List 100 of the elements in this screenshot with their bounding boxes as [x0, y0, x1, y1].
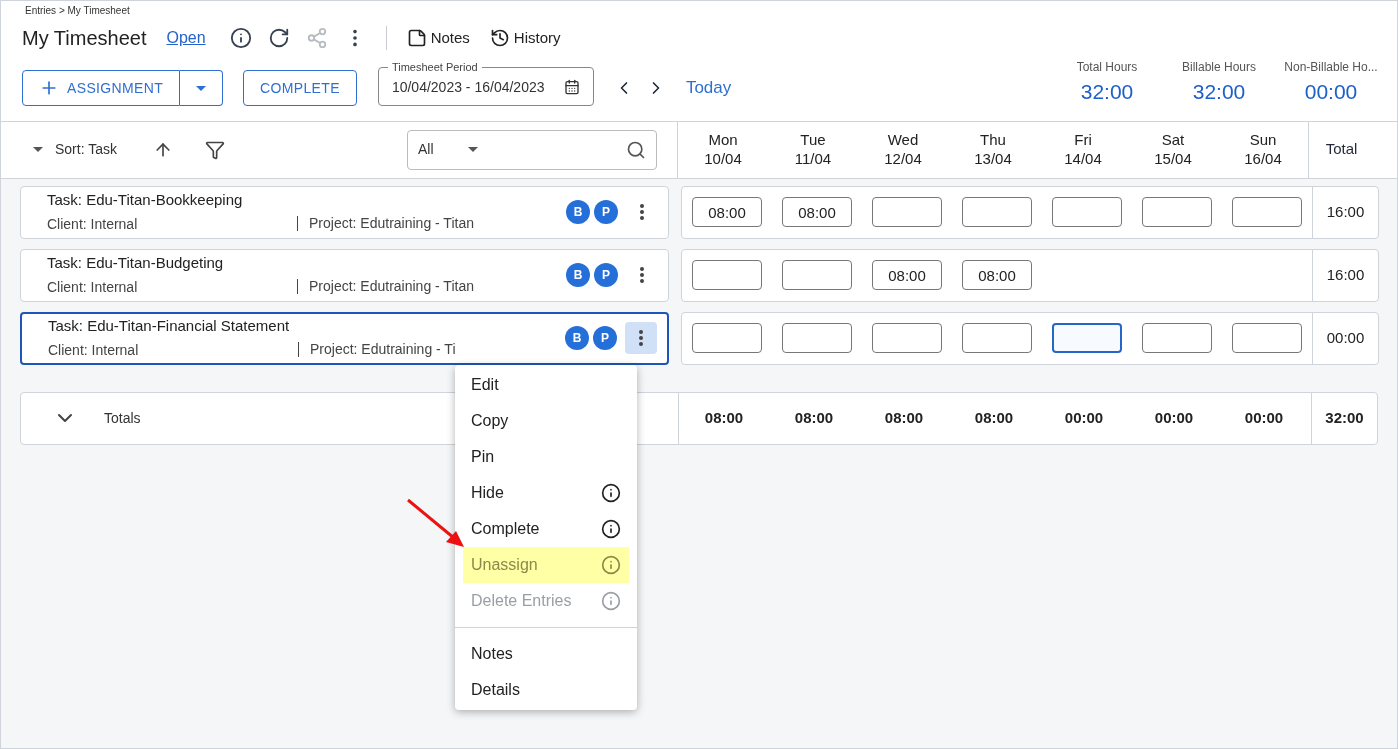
task-name: Task: Edu-Titan-Financial Statement	[48, 315, 291, 336]
task-card[interactable]: Task: Edu-Titan-Financial Statement Client: Internal Project: Edutraining - Ti B P	[20, 311, 669, 365]
period-field[interactable]: Timesheet Period 10/04/2023 - 16/04/2023	[377, 62, 594, 106]
day-name: Fri	[1074, 130, 1092, 150]
caret-icon	[33, 147, 43, 152]
task-card[interactable]: Task: Edu-Titan-Budgeting Client: Internal Project: Edutraining - Titan B P	[20, 248, 669, 302]
page-title: My Timesheet	[22, 26, 147, 51]
day-total: 08:00	[884, 407, 924, 428]
day-name: Thu	[980, 130, 1006, 150]
day-date: 12/04	[884, 149, 922, 169]
project-text: Project: Edutraining - Titan	[297, 279, 474, 295]
info-icon[interactable]	[229, 27, 252, 49]
hours-field[interactable]: 08:00	[782, 197, 852, 227]
more-icon	[639, 330, 643, 346]
menu-item[interactable]: Complete	[455, 511, 637, 547]
calendar-icon[interactable]	[563, 79, 580, 95]
hours-field[interactable]	[872, 197, 942, 227]
day-name: Sun	[1249, 130, 1277, 150]
hours-field[interactable]: 08:00	[962, 260, 1032, 290]
menu-item[interactable]: Pin	[455, 439, 637, 475]
day-total: 00:00	[1154, 407, 1194, 428]
task-card[interactable]: Task: Edu-Titan-Bookkeeping Client: Internal Project: Edutraining - Titan B P	[20, 185, 669, 239]
row-menu-button[interactable]	[625, 322, 657, 354]
badge: B	[565, 326, 589, 350]
filter-icon[interactable]	[205, 139, 225, 160]
dropdown-button[interactable]	[180, 70, 224, 106]
day-date: 15/04	[1154, 149, 1192, 169]
badge: P	[594, 263, 618, 287]
hours-field[interactable]: 08:00	[872, 260, 942, 290]
hours-field[interactable]: 08:00	[692, 197, 762, 227]
day-date: 14/04	[1064, 149, 1102, 169]
menu-item[interactable]: Edit	[455, 367, 637, 403]
day-total: 08:00	[704, 407, 744, 428]
day-total: 08:00	[974, 407, 1014, 428]
hours-field[interactable]	[962, 323, 1032, 353]
client-text: Client: Internal	[47, 215, 139, 235]
hours-field[interactable]	[1052, 323, 1122, 353]
more-icon	[640, 204, 644, 220]
annotation-arrow	[406, 498, 466, 550]
refresh-icon[interactable]	[267, 27, 290, 49]
hours-field[interactable]	[1142, 197, 1212, 227]
hours-field[interactable]	[962, 197, 1032, 227]
history-icon	[489, 28, 510, 48]
menu-item[interactable]: Hide	[455, 475, 637, 511]
hours-field[interactable]	[1232, 323, 1302, 353]
hours-field[interactable]	[692, 323, 762, 353]
day-total: 00:00	[1244, 407, 1284, 428]
row-total: 16:00	[1326, 201, 1365, 222]
project-text: Project: Edutraining - Titan	[297, 216, 474, 232]
day-date: 13/04	[974, 149, 1012, 169]
client-text: Client: Internal	[47, 278, 139, 298]
history-button[interactable]: History	[489, 26, 561, 50]
summary-value: 32:00	[1080, 79, 1134, 105]
search-icon[interactable]	[626, 139, 646, 160]
today-link[interactable]: Today	[685, 75, 732, 101]
hours-field[interactable]	[1232, 197, 1302, 227]
row-total: 16:00	[1326, 264, 1365, 285]
caret-icon	[468, 147, 478, 152]
day-date: 11/04	[794, 149, 832, 169]
hours-field[interactable]	[692, 260, 762, 290]
filter-field[interactable]: All	[407, 129, 657, 170]
hours-field[interactable]	[782, 260, 852, 290]
hours-field[interactable]	[1142, 323, 1212, 353]
sort-button[interactable]: Sort: Task	[33, 139, 117, 160]
badge: B	[566, 263, 590, 287]
hours-field[interactable]	[1052, 197, 1122, 227]
menu-item[interactable]: Copy	[455, 403, 637, 439]
period-label: Timesheet Period	[390, 62, 479, 73]
grand-total: 32:00	[1325, 407, 1364, 428]
more-icon	[640, 267, 644, 283]
summary-label: Non-Billable Ho...	[1284, 59, 1378, 76]
period-value: 10/04/2023 - 16/04/2023	[391, 77, 545, 97]
row-total: 00:00	[1326, 327, 1365, 348]
day-name: Wed	[887, 130, 919, 150]
day-total: 00:00	[1064, 407, 1104, 428]
client-text: Client: Internal	[48, 341, 140, 361]
breadcrumb: Entries > My Timesheet	[24, 4, 131, 18]
badge: P	[593, 326, 617, 350]
total-header: Total	[1325, 139, 1358, 160]
menu-item[interactable]: Notes	[455, 627, 637, 672]
status-link[interactable]: Open	[166, 26, 206, 50]
task-name: Task: Edu-Titan-Budgeting	[47, 252, 225, 273]
notes-button[interactable]: Notes	[406, 26, 470, 50]
note-icon	[406, 28, 427, 48]
menu-item[interactable]: Details	[455, 672, 637, 708]
complete-button[interactable]: COMPLETE	[243, 70, 357, 106]
summary-label: Billable Hours	[1181, 59, 1256, 76]
info-icon[interactable]	[601, 483, 621, 503]
hours-field[interactable]	[872, 323, 942, 353]
day-date: 16/04	[1244, 149, 1282, 169]
summary-value: 00:00	[1304, 79, 1358, 105]
badge: B	[566, 200, 590, 224]
hours-field[interactable]	[782, 323, 852, 353]
task-name: Task: Edu-Titan-Bookkeeping	[47, 189, 244, 210]
day-name: Sat	[1161, 130, 1185, 150]
add-assignment-button[interactable]: ASSIGNMENT	[22, 70, 181, 106]
info-icon[interactable]	[601, 519, 621, 539]
day-date: 10/04	[704, 149, 742, 169]
day-name: Tue	[800, 130, 826, 150]
project-text: Project: Edutraining - Ti	[298, 342, 456, 358]
